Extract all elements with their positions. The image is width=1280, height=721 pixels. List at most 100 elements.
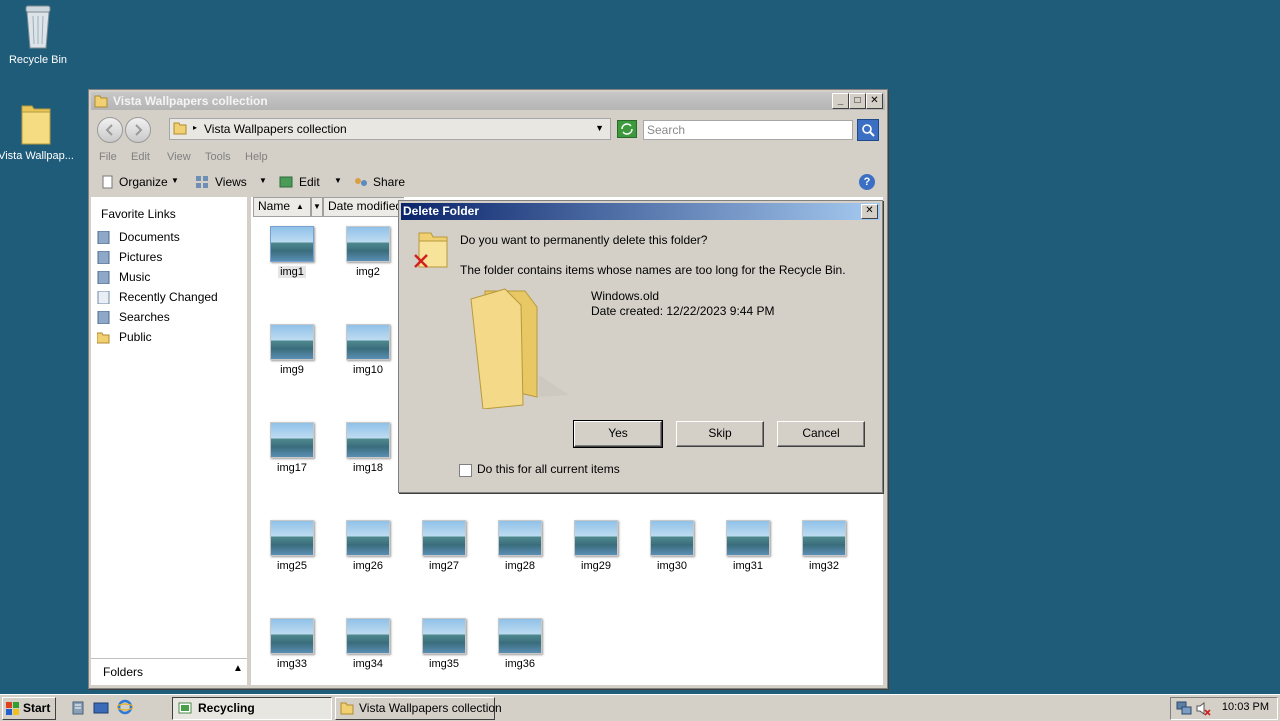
column-header-name[interactable]: Name ▲ (253, 197, 311, 217)
file-item-img35[interactable]: img35 (409, 618, 479, 670)
file-item-img18[interactable]: img18 (333, 422, 403, 474)
file-item-img25[interactable]: img25 (257, 520, 327, 572)
minimize-button[interactable]: _ (832, 93, 849, 109)
file-item-img32[interactable]: img32 (789, 520, 859, 572)
volume-muted-icon[interactable] (1195, 701, 1211, 716)
internet-explorer-icon (116, 699, 134, 715)
quick-launch-internet-explorer[interactable] (116, 699, 134, 715)
yes-button[interactable]: Yes (573, 420, 663, 448)
dialog-detail: The folder contains items whose names ar… (460, 263, 846, 277)
file-name: img34 (353, 658, 383, 670)
views-button[interactable]: Views ▼ (195, 172, 267, 192)
menu-edit[interactable]: Edit (131, 151, 150, 163)
file-item-img28[interactable]: img28 (485, 520, 555, 572)
task-label: Vista Wallpapers collection (359, 701, 502, 715)
dialog-close-button[interactable]: ✕ (861, 204, 878, 219)
file-item-img10[interactable]: img10 (333, 324, 403, 376)
file-item-img17[interactable]: img17 (257, 422, 327, 474)
column-header-date-modified[interactable]: Date modified (323, 197, 404, 217)
task-label: Recycling (198, 701, 255, 715)
windows-logo-icon (6, 702, 19, 715)
breadcrumb-arrow-icon[interactable]: ▸ (193, 123, 197, 132)
menu-tools[interactable]: Tools (205, 151, 231, 163)
system-tray: 10:03 PM (1170, 697, 1278, 720)
window-titlebar[interactable]: Vista Wallpapers collection _ □ ✕ (91, 92, 885, 110)
dialog-item-name: Windows.old (591, 289, 660, 303)
dialog-titlebar[interactable]: Delete Folder ✕ (401, 203, 880, 220)
share-button[interactable]: Share (353, 172, 413, 192)
quick-launch-show-desktop[interactable] (93, 700, 109, 716)
back-button[interactable] (97, 117, 123, 143)
share-icon (355, 178, 367, 186)
file-name: img1 (278, 266, 306, 278)
desktop-icon-vista-wallpapers[interactable]: Vista Wallpap... (0, 100, 74, 163)
address-text: Vista Wallpapers collection (204, 122, 347, 136)
apply-all-label[interactable]: Do this for all current items (477, 462, 620, 476)
address-dropdown-icon[interactable]: ▼ (595, 123, 604, 133)
favorite-links-header: Favorite Links (101, 207, 176, 221)
file-item-img29[interactable]: img29 (561, 520, 631, 572)
address-field[interactable]: ▸ Vista Wallpapers collection ▼ (169, 118, 611, 140)
maximize-button[interactable]: □ (849, 93, 866, 109)
file-item-img31[interactable]: img31 (713, 520, 783, 572)
file-name: img31 (733, 560, 763, 572)
taskbar-button-recycling[interactable]: Recycling (172, 697, 332, 720)
address-bar-area: ▸ Vista Wallpapers collection ▼ Search (91, 114, 885, 144)
taskbar-button-vista-wallpapers[interactable]: Vista Wallpapers collection (335, 697, 502, 720)
menu-help[interactable]: Help (245, 151, 268, 163)
edit-button[interactable]: Edit ▼ (279, 172, 343, 192)
views-label: Views (215, 175, 247, 189)
file-name: img25 (277, 560, 307, 572)
edit-label: Edit (299, 175, 320, 189)
image-thumbnail (802, 520, 846, 556)
server-manager-icon (72, 701, 84, 715)
organize-button[interactable]: Organize ▼ (101, 172, 181, 192)
file-item-img1[interactable]: img1 (257, 226, 327, 278)
search-button[interactable] (857, 119, 879, 141)
file-name: img35 (429, 658, 459, 670)
cancel-button[interactable]: Cancel (777, 421, 865, 447)
file-item-img30[interactable]: img30 (637, 520, 707, 572)
file-name: img32 (809, 560, 839, 572)
image-thumbnail (270, 520, 314, 556)
folder-icon (340, 702, 354, 715)
close-button[interactable]: ✕ (866, 93, 883, 109)
folders-toggle[interactable]: Folders ▲ (91, 658, 247, 685)
file-item-img2[interactable]: img2 (333, 226, 403, 278)
image-thumbnail (422, 520, 466, 556)
file-name: img9 (280, 364, 304, 376)
chevron-up-icon: ▲ (233, 663, 243, 674)
file-item-img26[interactable]: img26 (333, 520, 403, 572)
apply-all-checkbox[interactable] (459, 464, 472, 477)
back-arrow-icon (105, 124, 113, 136)
file-name: img33 (277, 658, 307, 670)
documents-icon (97, 231, 110, 244)
file-item-img36[interactable]: img36 (485, 618, 555, 670)
image-thumbnail (270, 618, 314, 654)
start-button[interactable]: Start (2, 697, 56, 720)
file-item-img9[interactable]: img9 (257, 324, 327, 376)
help-button[interactable]: ? (859, 174, 875, 190)
file-item-img27[interactable]: img27 (409, 520, 479, 572)
image-thumbnail (650, 520, 694, 556)
help-icon: ? (863, 176, 871, 188)
file-item-img33[interactable]: img33 (257, 618, 327, 670)
quick-launch-server-manager[interactable] (70, 700, 86, 716)
column-dropdown-button[interactable]: ▼ (311, 197, 323, 217)
forward-button[interactable] (125, 117, 151, 143)
search-input[interactable]: Search (643, 120, 853, 140)
music-icon (97, 271, 110, 284)
desktop-icon-label: Vista Wallpap... (0, 150, 74, 162)
file-item-img34[interactable]: img34 (333, 618, 403, 670)
searches-icon (97, 311, 110, 324)
menu-file[interactable]: File (99, 151, 117, 163)
clock[interactable]: 10:03 PM (1222, 701, 1269, 713)
skip-button[interactable]: Skip (676, 421, 764, 447)
menu-view[interactable]: View (167, 151, 191, 163)
start-label: Start (23, 701, 51, 715)
search-placeholder: Search (647, 123, 686, 137)
refresh-button[interactable] (617, 120, 637, 138)
network-icon[interactable] (1176, 701, 1192, 716)
file-name: img36 (505, 658, 535, 670)
desktop-icon-recycle-bin[interactable]: Recycle Bin (0, 2, 76, 67)
